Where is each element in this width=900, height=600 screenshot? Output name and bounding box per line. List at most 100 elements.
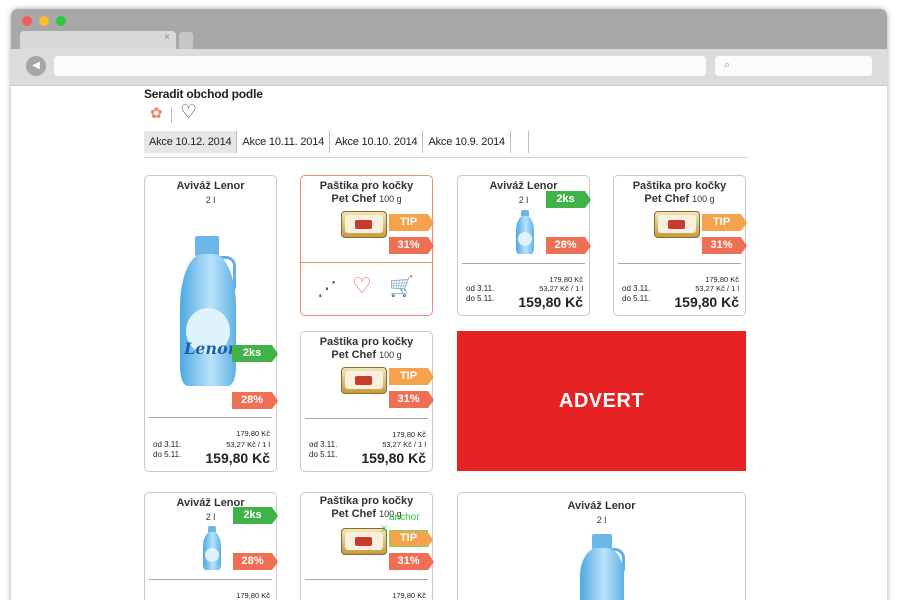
product-name-line2: Pet Chef 100 g [644,193,715,205]
product-name-line1: Paštika pro kočky [319,180,414,192]
anchor-marker: X [381,524,388,534]
pet-chef-tray-image [341,211,387,238]
minimize-window-button[interactable] [39,16,49,26]
sale-price: 159,80 Kč [518,294,583,310]
title-bar: × [11,9,887,49]
tab-akce-10-9-2014[interactable]: Akce 10.9. 2014 [423,131,511,153]
pet-chef-tray-image [654,211,700,238]
tab-close-icon[interactable]: × [164,32,170,43]
quantity-badge: 2ks [232,345,278,362]
back-arrow-icon: ◀ [32,60,40,71]
tip-badge: TIP [702,214,747,231]
card-actions: ⋰ ♡ 🛒 [301,262,432,316]
price-divider [149,579,272,580]
sale-price: 159,80 Kč [674,294,739,310]
unit-price: 53,27 Kč / 1 l [382,440,426,449]
product-name-line1: Paštika pro kočky [632,180,727,192]
quantity-badge: 2ks [233,507,278,524]
lenor-bottle-image [515,210,535,254]
original-price: 179,80 Kč [549,275,583,284]
product-name-line2: Pet Chef 100 g [331,193,402,205]
back-button[interactable]: ◀ [26,56,46,76]
price-divider [149,417,272,418]
valid-to: do 5.11. [153,450,182,459]
discount-badge: 28% [232,392,278,409]
product-name: Aviváž Lenor [567,500,636,512]
unit-price: 53,27 Kč / 1 l [226,440,270,449]
heart-icon[interactable]: ♡ [352,275,372,297]
price-divider [618,263,741,264]
tab-akce-10-10-2014[interactable]: Akce 10.10. 2014 [330,131,424,153]
unit-price: 53,27 Kč / 1 l [539,284,583,293]
anchor-label: anchor [389,512,420,523]
valid-from: od 3.11. [153,440,182,449]
close-window-button[interactable] [22,16,32,26]
lenor-bottle-image [202,526,222,570]
discount-badge: 31% [702,237,747,254]
price-divider [305,579,428,580]
valid-from: od 3.11. [309,440,338,449]
tip-badge: TIP [389,530,433,548]
price-divider [462,263,585,264]
heart-icon[interactable]: ♡ [180,103,197,123]
product-card-petchef-selected[interactable]: Paštika pro kočky Pet Chef 100 g TIP 31%… [300,175,434,316]
sale-price: 159,80 Kč [205,450,270,466]
valid-to: do 5.11. [466,294,495,303]
product-volume: 2 l [596,515,607,525]
valid-from: od 3.11. [622,284,651,293]
original-price: 179,80 Kč [236,429,270,438]
advert-banner[interactable]: ADVERT [457,331,746,471]
discount-badge: 28% [233,553,278,570]
browser-window: × ◀ ⌕ [11,9,887,600]
browser-search-field[interactable]: ⌕ [715,56,872,76]
product-card-petchef-middle[interactable]: Paštika pro kočky Pet Chef 100 g TIP 31%… [300,331,434,472]
discount-badge: 28% [546,237,591,254]
product-name: Aviváž Lenor [176,180,245,192]
unit-price: 53,27 Kč / 1 l [695,284,739,293]
original-price: 179,80 Kč [392,430,426,439]
pet-chef-tray-image [341,367,387,394]
product-name-line1: Paštika pro kočky [319,336,414,348]
price-divider [305,418,428,419]
address-bar[interactable] [54,56,706,76]
tab-akce-10-11-2014[interactable]: Akce 10.11. 2014 [237,131,331,153]
product-card-petchef-bottom[interactable]: Paštika pro kočky Pet Chef 100 g TIP 31%… [300,492,434,600]
product-name-line2: Pet Chef 100 g [331,349,402,361]
original-price: 179,80 Kč [705,275,739,284]
original-price: 179,80 Kč [392,591,426,600]
tip-badge: TIP [389,214,434,231]
product-card-lenor-wide[interactable]: Aviváž Lenor 2 l [457,492,746,600]
date-tabs: Akce 10.12. 2014 Akce 10.11. 2014 Akce 1… [144,131,529,153]
browser-toolbar: ◀ ⌕ [11,49,887,86]
product-card-lenor-large[interactable]: Aviváž Lenor 2 l Lenor 2ks 28% 179,80 Kč… [144,175,278,472]
product-volume: 2 l [205,195,216,205]
original-price: 179,80 Kč [236,591,270,600]
valid-from: od 3.11. [466,284,495,293]
discount-badge: 31% [389,391,434,408]
share-icon[interactable]: ⋰ [317,278,337,300]
tip-badge: TIP [389,368,434,385]
discount-badge: 31% [389,553,434,570]
divider [171,107,172,123]
maximize-window-button[interactable] [56,16,66,26]
tab-akce-10-12-2014[interactable]: Akce 10.12. 2014 [144,131,238,153]
lenor-bottle-image [579,534,625,600]
sort-title: Seradit obchod podle [144,87,263,101]
browser-tab[interactable]: × [20,31,176,49]
tab-spacer [511,131,529,153]
product-card-lenor-small[interactable]: Aviváž Lenor 2 l 2ks 28% 179,80 Kč od 3.… [457,175,591,316]
lenor-bottle-image: Lenor [178,236,238,386]
cart-icon[interactable]: 🛒 [389,276,414,298]
product-card-lenor-bottom[interactable]: Aviváž Lenor 2 l 2ks 28% 179,80 Kč [144,492,278,600]
product-name-line1: Paštika pro kočky [319,495,414,507]
flower-icon[interactable]: ✿ [150,106,166,122]
discount-badge: 31% [389,237,434,254]
new-tab-button[interactable] [179,32,193,49]
search-icon: ⌕ [724,59,731,71]
divider [144,157,748,158]
valid-to: do 5.11. [309,450,338,459]
valid-to: do 5.11. [622,294,651,303]
quantity-badge: 2ks [546,191,591,208]
product-card-petchef-top-right[interactable]: Paštika pro kočky Pet Chef 100 g TIP 31%… [613,175,747,316]
sale-price: 159,80 Kč [361,450,426,466]
